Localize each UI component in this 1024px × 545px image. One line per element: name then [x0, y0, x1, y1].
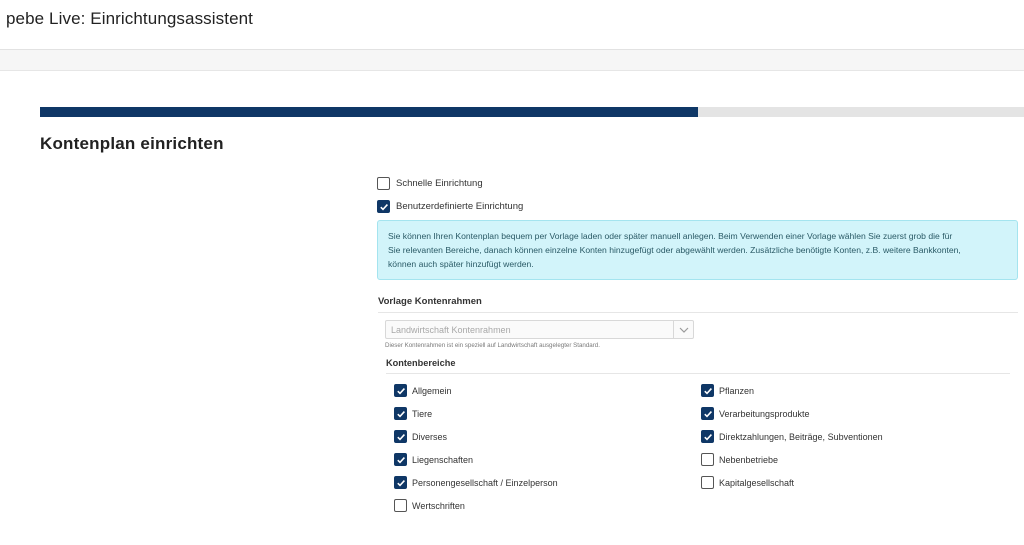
area-label: Allgemein: [412, 385, 452, 396]
checkmark-icon: [396, 456, 405, 464]
area-checkbox[interactable]: [394, 407, 407, 420]
divider: [378, 312, 1018, 313]
area-label: Direktzahlungen, Beiträge, Subventionen: [719, 431, 883, 442]
area-label: Verarbeitungsprodukte: [719, 408, 810, 419]
template-help-text: Dieser Kontenrahmen ist ein speziell auf…: [385, 342, 600, 349]
custom-setup-checkbox[interactable]: [377, 200, 390, 213]
wizard-progress-bar: [40, 107, 1024, 117]
area-label: Diverses: [412, 431, 448, 442]
custom-setup-label: Benutzerdefinierte Einrichtung: [396, 201, 524, 212]
quick-setup-checkbox[interactable]: [377, 177, 390, 190]
custom-setup-option[interactable]: Benutzerdefinierte Einrichtung: [377, 200, 523, 213]
app-title: pebe Live: Einrichtungsassistent: [6, 9, 254, 28]
area-checkbox[interactable]: [701, 453, 714, 466]
areas-section-label: Kontenbereiche: [386, 358, 456, 368]
area-option-direktzahlungen-beiträge-subventionen[interactable]: Direktzahlungen, Beiträge, Subventionen: [701, 430, 883, 443]
area-option-verarbeitungsprodukte[interactable]: Verarbeitungsprodukte: [701, 407, 810, 420]
checkmark-icon: [703, 433, 712, 441]
checkmark-icon: [396, 433, 405, 441]
divider: [386, 373, 1010, 374]
area-option-pflanzen[interactable]: Pflanzen: [701, 384, 754, 397]
quick-setup-option[interactable]: Schnelle Einrichtung: [377, 177, 483, 190]
info-alert: Sie können Ihren Kontenplan bequem per V…: [377, 220, 1018, 280]
checkmark-icon: [396, 387, 405, 395]
area-option-personengesellschaft-einzelperson[interactable]: Personengesellschaft / Einzelperson: [394, 476, 558, 489]
info-text-line: Sie relevanten Bereiche, danach können e…: [388, 245, 961, 255]
area-option-tiere[interactable]: Tiere: [394, 407, 432, 420]
template-section-label: Vorlage Kontenrahmen: [378, 296, 482, 307]
checkmark-icon: [703, 410, 712, 418]
area-label: Wertschriften: [412, 500, 465, 511]
area-label: Personengesellschaft / Einzelperson: [412, 477, 558, 488]
area-checkbox[interactable]: [701, 430, 714, 443]
area-option-kapitalgesellschaft[interactable]: Kapitalgesellschaft: [701, 476, 794, 489]
wizard-progress-fill: [40, 107, 699, 117]
template-select[interactable]: Landwirtschaft Kontenrahmen: [385, 320, 694, 339]
area-checkbox[interactable]: [701, 476, 714, 489]
area-checkbox[interactable]: [394, 384, 407, 397]
area-checkbox[interactable]: [394, 499, 407, 512]
area-option-nebenbetriebe[interactable]: Nebenbetriebe: [701, 453, 778, 466]
chevron-down-icon[interactable]: [673, 321, 693, 338]
info-text-line: können auch später hinzufügt werden.: [388, 259, 534, 269]
checkmark-icon: [703, 387, 712, 395]
area-checkbox[interactable]: [701, 384, 714, 397]
area-checkbox[interactable]: [394, 476, 407, 489]
checkmark-icon: [396, 479, 405, 487]
area-option-liegenschaften[interactable]: Liegenschaften: [394, 453, 473, 466]
app-header: pebe Live: Einrichtungsassistent: [0, 0, 1024, 50]
checkmark-icon: [379, 203, 388, 211]
area-option-diverses[interactable]: Diverses: [394, 430, 447, 443]
area-label: Pflanzen: [719, 385, 755, 396]
area-label: Tiere: [412, 408, 433, 419]
template-select-value: Landwirtschaft Kontenrahmen: [391, 324, 511, 335]
checkmark-icon: [396, 410, 405, 418]
step-title: Kontenplan einrichten: [40, 134, 224, 153]
area-label: Kapitalgesellschaft: [719, 477, 795, 488]
quick-setup-label: Schnelle Einrichtung: [396, 178, 483, 189]
area-checkbox[interactable]: [394, 430, 407, 443]
area-option-allgemein[interactable]: Allgemein: [394, 384, 452, 397]
area-option-wertschriften[interactable]: Wertschriften: [394, 499, 465, 512]
area-label: Liegenschaften: [412, 454, 474, 465]
toolbar-strip: [0, 49, 1024, 71]
area-checkbox[interactable]: [394, 453, 407, 466]
area-checkbox[interactable]: [701, 407, 714, 420]
info-text-line: Sie können Ihren Kontenplan bequem per V…: [388, 231, 953, 241]
area-label: Nebenbetriebe: [719, 454, 779, 465]
